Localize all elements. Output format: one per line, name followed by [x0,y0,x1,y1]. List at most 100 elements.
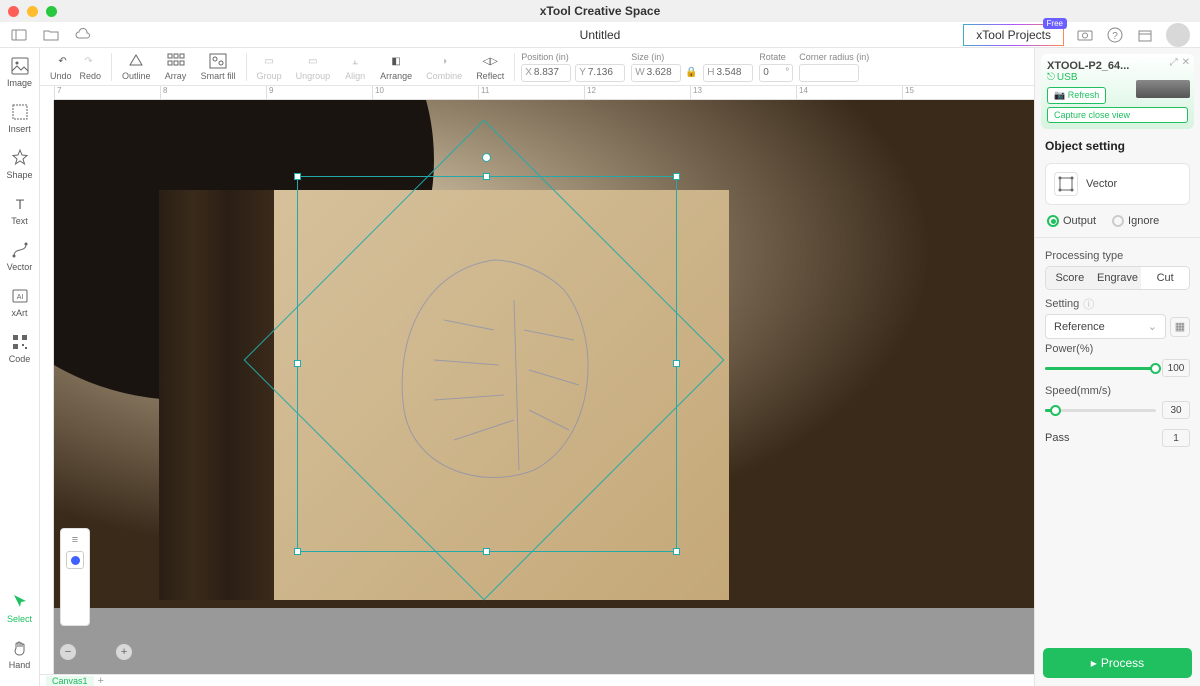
ignore-radio[interactable]: Ignore [1112,215,1159,227]
minimize-window[interactable] [27,6,38,17]
power-value[interactable]: 100 [1162,359,1190,377]
vector-type-icon [1054,172,1078,196]
pass-row: Pass 1 [1035,423,1200,453]
resize-handle-e[interactable] [673,360,680,367]
object-setting-title: Object setting [1035,129,1200,159]
resize-handle-se[interactable] [673,548,680,555]
object-type-card[interactable]: Vector [1045,163,1190,205]
svg-text:T: T [15,196,24,212]
folder-icon[interactable] [42,26,60,44]
package-icon[interactable] [1136,26,1154,44]
outline-button[interactable]: Outline [118,52,155,81]
resize-handle-s[interactable] [483,548,490,555]
tool-image[interactable]: Image [0,54,39,90]
tool-hand[interactable]: Hand [0,636,39,672]
object-type-label: Vector [1086,178,1117,190]
material-library-button[interactable]: ▦ [1170,317,1190,337]
usb-icon: ⎋ [1047,72,1055,83]
setting-label: Settingⓘ [1035,290,1200,314]
resize-handle-ne[interactable] [673,173,680,180]
lock-aspect-icon[interactable]: 🔒 [685,67,699,78]
device-close-icon[interactable]: ✕ [1182,57,1190,68]
free-badge: Free [1043,18,1067,29]
combine-button[interactable]: ◑Combine [422,52,466,81]
close-window[interactable] [8,6,19,17]
window-controls [8,6,57,17]
layer-panel-icon[interactable]: ≡ [66,533,84,547]
speed-slider[interactable] [1045,409,1156,412]
ungroup-button[interactable]: ▭Ungroup [292,52,335,81]
position-y-input[interactable]: Y7.136 [575,64,625,82]
output-radio[interactable]: Output [1047,215,1096,227]
score-button[interactable]: Score [1046,267,1094,289]
refresh-button[interactable]: 📷 Refresh [1047,87,1106,104]
canvas-tabs: Canvas1 + [40,674,1034,686]
redo-icon[interactable]: ↷ [78,52,100,70]
layer-swatch[interactable] [66,551,84,569]
corner-input[interactable] [799,64,859,82]
selection-box[interactable] [297,176,677,552]
document-title[interactable]: Untitled [580,28,621,42]
rotate-field: Rotate 0° [759,52,793,82]
help-icon[interactable]: ? [1106,26,1124,44]
canvas-background [54,100,1034,674]
tool-select[interactable]: Select [0,590,39,626]
speed-slider-row: Speed(mm/s) 30 [1035,381,1200,423]
tool-vector[interactable]: Vector [0,238,39,274]
zoom-value[interactable]: 100% [82,646,110,658]
arrange-button[interactable]: ◧Arrange [376,52,416,81]
ruler-vertical [40,100,54,674]
align-button[interactable]: ⫠Align [340,52,370,81]
info-icon[interactable]: ⓘ [1083,296,1094,312]
tool-shape[interactable]: Shape [0,146,39,182]
zoom-in-button[interactable]: + [116,644,132,660]
device-expand-icon[interactable]: ⤢ [1170,57,1178,68]
capture-close-view-button[interactable]: Capture close view [1047,107,1188,123]
camera-icon[interactable] [1076,26,1094,44]
canvas-area: ↶ ↷ Undo Redo Outline Array Smart fill ▭… [40,48,1034,686]
canvas-viewport[interactable]: 7 8 9 10 11 12 13 14 15 [40,86,1034,674]
speed-value[interactable]: 30 [1162,401,1190,419]
layer-panel[interactable]: ≡ [60,528,90,626]
pass-input[interactable]: 1 [1162,429,1190,447]
resize-handle-n[interactable] [483,173,490,180]
projects-label: xTool Projects [976,28,1051,42]
resize-handle-sw[interactable] [294,548,301,555]
avatar[interactable] [1166,23,1190,47]
reflect-button[interactable]: ◁▷Reflect [472,52,508,81]
output-ignore-radio: Output Ignore [1035,209,1200,233]
engrave-button[interactable]: Engrave [1094,267,1142,289]
processing-type-label: Processing type [1035,242,1200,266]
corner-field: Corner radius (in) [799,52,869,82]
rotate-handle[interactable] [482,153,491,162]
tool-text[interactable]: TText [0,192,39,228]
svg-text:AI: AI [16,294,23,301]
group-button[interactable]: ▭Group [253,52,286,81]
resize-handle-w[interactable] [294,360,301,367]
rotate-input[interactable]: 0° [759,64,793,82]
array-button[interactable]: Array [161,52,191,81]
material-select[interactable]: Reference ⌄ [1045,314,1166,339]
panel-toggle-icon[interactable] [10,26,28,44]
app-title: xTool Creative Space [540,4,661,18]
power-slider-row: Power(%) 100 [1035,339,1200,381]
add-canvas-button[interactable]: + [98,675,104,686]
titlebar: xTool Creative Space [0,0,1200,22]
resize-handle-nw[interactable] [294,173,301,180]
zoom-out-button[interactable]: − [60,644,76,660]
size-h-input[interactable]: H3.548 [703,64,753,82]
projects-button[interactable]: xTool Projects Free [963,24,1064,46]
size-w-input[interactable]: W3.628 [631,64,681,82]
smartfill-button[interactable]: Smart fill [197,52,240,81]
position-x-input[interactable]: X8.837 [521,64,571,82]
process-button[interactable]: ▸ Process [1043,648,1192,678]
maximize-window[interactable] [46,6,57,17]
tool-xart[interactable]: AIxArt [0,284,39,320]
cloud-icon[interactable] [74,26,92,44]
tool-insert[interactable]: Insert [0,100,39,136]
undo-icon[interactable]: ↶ [52,52,74,70]
cut-button[interactable]: Cut [1141,267,1189,289]
power-slider[interactable] [1045,367,1156,370]
canvas-tab-1[interactable]: Canvas1 [46,676,94,686]
tool-code[interactable]: Code [0,330,39,366]
